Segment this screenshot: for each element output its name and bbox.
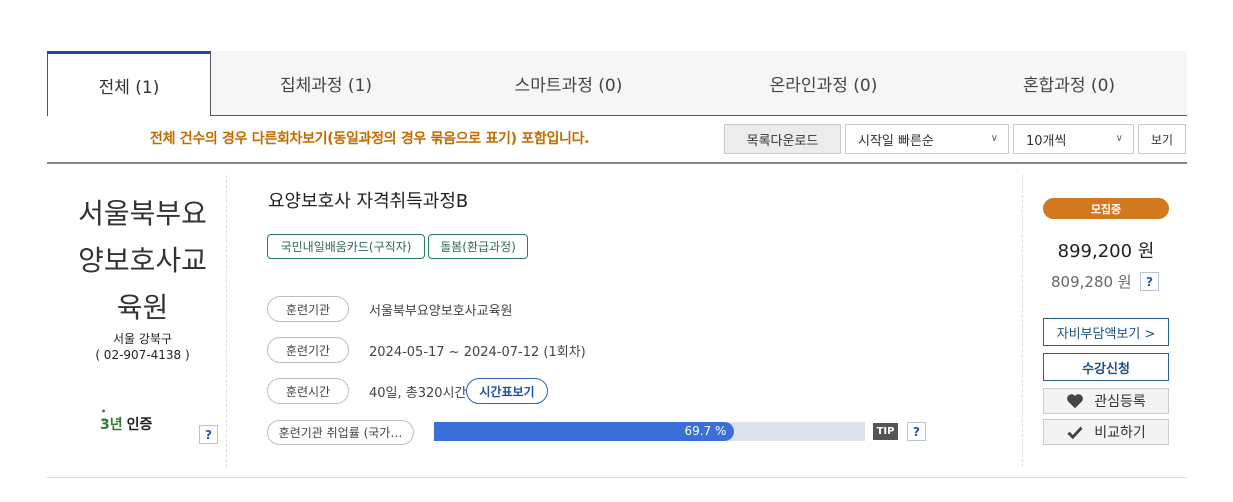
tip-button[interactable]: TIP [873, 423, 898, 440]
employment-rate-bar: 69.7 % [434, 422, 865, 441]
status-badge: 모집중 [1043, 198, 1169, 219]
institution-region: 서울 강북구 [112, 332, 172, 346]
info-label-hours: 훈련시간 [267, 378, 349, 404]
list-top-divider [47, 162, 1187, 164]
institution-name[interactable]: 서울북부요 양보호사교 육원 [60, 190, 225, 331]
heart-icon [1067, 394, 1084, 409]
view-button[interactable]: 보기 [1138, 124, 1186, 154]
info-label-institution: 훈련기관 [267, 296, 349, 322]
tab-blended[interactable]: 혼합과정 (0) [951, 51, 1187, 116]
tab-online[interactable]: 온라인과정 (0) [696, 51, 951, 116]
chevron-down-icon: ∨ [1115, 133, 1123, 144]
certification-badge: • • 3년 인증 [100, 407, 153, 434]
tab-smart[interactable]: 스마트과정 (0) [441, 51, 696, 116]
course-price: 899,200 원 [1057, 241, 1155, 262]
list-bottom-divider [47, 477, 1187, 478]
list-download-button[interactable]: 목록다운로드 [724, 124, 841, 154]
compare-label: 비교하기 [1094, 425, 1146, 441]
check-icon [1067, 426, 1083, 440]
tab-group[interactable]: 집체과정 (1) [211, 51, 441, 116]
page-size-select-value: 10개씩 [1026, 133, 1067, 149]
course-type-tabs: 전체 (1) 집체과정 (1) 스마트과정 (0) 온라인과정 (0) 혼합과정… [47, 51, 1187, 116]
certification-label: 인증 [126, 417, 153, 433]
institution-name-line: 양보호사교 [78, 244, 207, 277]
self-pay-price: 809,280 원 [1051, 273, 1132, 291]
course-title[interactable]: 요양보호사 자격취득과정B [268, 187, 468, 213]
course-tag: 돌봄(환급과정) [428, 234, 528, 259]
price-help-button[interactable]: ? [1140, 272, 1159, 291]
course-tag: 국민내일배움카드(구직자) [267, 234, 425, 259]
favorite-button[interactable]: 관심등록 [1043, 388, 1169, 414]
tab-all[interactable]: 전체 (1) [47, 51, 211, 116]
employment-rate-value: 69.7 % [684, 424, 727, 438]
info-value-hours: 40일, 총320시간 [369, 386, 467, 401]
employment-help-button[interactable]: ? [907, 422, 926, 441]
institution-phone: ( 02-907-4138 ) [95, 348, 190, 362]
info-value-period: 2024-05-17 ~ 2024-07-12 (1회차) [369, 345, 586, 360]
institution-name-line: 서울북부요 [78, 197, 207, 230]
employment-rate-fill: 69.7 % [434, 422, 735, 441]
column-divider [1022, 175, 1023, 467]
info-value-institution: 서울북부요양보호사교육원 [369, 304, 513, 319]
count-notice: 전체 건수의 경우 다른회차보기(동일과정의 경우 묶음으로 표기) 포함입니다… [150, 131, 590, 147]
info-label-period: 훈련기간 [267, 337, 349, 363]
certification-dots-icon: • • [101, 407, 110, 425]
sort-select-value: 시작일 빠른순 [858, 133, 934, 149]
chevron-down-icon: ∨ [990, 133, 998, 144]
schedule-button[interactable]: 시간표보기 [466, 378, 548, 404]
self-pay-button[interactable]: 자비부담액보기 > [1043, 318, 1169, 346]
page-size-select[interactable]: 10개씩 ∨ [1013, 124, 1134, 154]
certification-help-button[interactable]: ? [199, 425, 218, 444]
column-divider [226, 175, 227, 467]
sort-select[interactable]: 시작일 빠른순 ∨ [845, 124, 1009, 154]
compare-button[interactable]: 비교하기 [1043, 419, 1169, 445]
favorite-label: 관심등록 [1094, 394, 1146, 410]
institution-name-line: 육원 [116, 291, 169, 324]
employment-rate-select[interactable]: 훈련기관 취업률 (국가… [267, 420, 414, 445]
certification-mark: • • 3년 [100, 407, 123, 434]
apply-button[interactable]: 수강신청 [1043, 353, 1169, 381]
